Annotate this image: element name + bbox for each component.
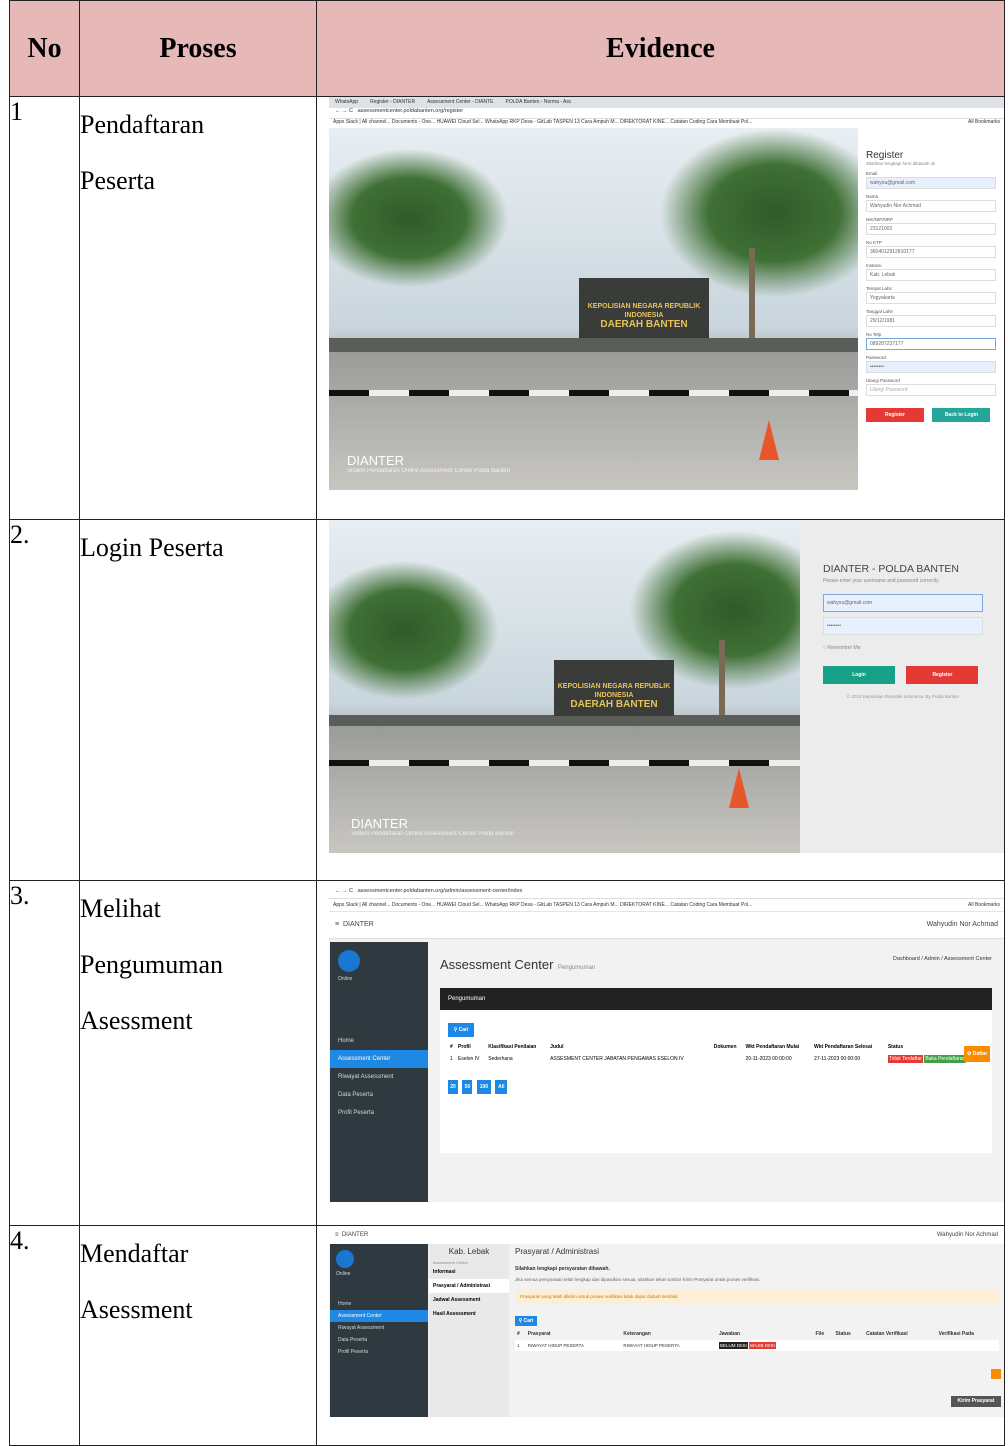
page-title: Prasyarat / Administrasi <box>515 1247 600 1256</box>
page-size-all[interactable]: All <box>495 1080 508 1094</box>
sidebar-item-home[interactable]: Home <box>330 1032 428 1050</box>
search-button[interactable]: ⚲ Cari <box>448 1023 474 1037</box>
register-button[interactable]: Register <box>866 408 924 422</box>
sidebar: Online Home Assessment Center Riwayat As… <box>330 942 428 1202</box>
confirm-password-field[interactable]: Ulangi Password <box>866 384 996 396</box>
register-screenshot: WhatsApp Register - DIANTER Assessment Cen… <box>329 97 1004 490</box>
prerequisite-table: # Prasyarat Keterangan Jawaban File Status Cat… <box>515 1328 999 1351</box>
sidebar-item-assessment-center[interactable]: Assessment Center <box>330 1050 428 1068</box>
panel-header: Pengumuman <box>440 988 992 1010</box>
page-size-50[interactable]: 50 <box>462 1080 473 1094</box>
address-bar[interactable]: ← → C assessmentcenter.poldabanten.org/a… <box>329 885 1004 899</box>
nrp-field[interactable]: 23121002 <box>866 223 996 235</box>
sidebar-item-assessment-center[interactable]: Assessment Center <box>330 1310 428 1322</box>
avatar <box>338 950 360 972</box>
email-field[interactable]: wahyou@gmail.com <box>866 177 996 189</box>
header-evidence: Evidence <box>316 0 1005 97</box>
warning-alert: Prasyaran yang telah dikirim untuk prose… <box>515 1289 999 1304</box>
sidebar-item-profil[interactable]: Profil Peserta <box>330 1104 428 1122</box>
page-size-buttons: 20 50 100 All <box>448 1075 984 1094</box>
instansi-select[interactable]: Kab. Lebak <box>866 269 996 281</box>
status-badge: Tidak Terdaftar <box>887 1055 923 1063</box>
status-badge: Buka Pendaftaran <box>924 1055 967 1063</box>
birthdate-field[interactable]: 29/12/1981 <box>866 315 996 327</box>
register-form: Register Silahkan lengkapi form dibawah … <box>858 128 1004 490</box>
row-number: 3. <box>9 880 80 1226</box>
login-form: DIANTER - POLDA BANTEN Please enter your… <box>823 562 983 699</box>
sidebar-item-home[interactable]: Home <box>330 1298 428 1310</box>
row-number: 4. <box>9 1225 80 1446</box>
birthplace-field[interactable]: Yogyakarta <box>866 292 996 304</box>
daftar-button[interactable]: ⚙ Daftar <box>964 1046 990 1062</box>
edit-icon[interactable] <box>991 1369 1001 1379</box>
phone-field[interactable]: 089287237177 <box>866 338 996 350</box>
top-navbar: ≡ DIANTER Wahyudin Nor Achmad <box>329 1226 1004 1244</box>
register-button[interactable]: Register <box>906 666 979 684</box>
kirim-prasyarat-button[interactable]: Kirim Prasyarat <box>951 1396 1001 1407</box>
row-number: 2. <box>9 519 80 881</box>
breadcrumb: Dashboard / Admin / Assessment Center <box>892 956 992 962</box>
subnav-prasyarat[interactable]: Prasyarat / Administrasi <box>429 1279 509 1293</box>
process-label: Login Peserta <box>79 519 317 881</box>
name-field[interactable]: Wahyudin Nor Achmad <box>866 200 996 212</box>
prerequisite-screenshot: ≡ DIANTER Wahyudin Nor Achmad Online Hom… <box>329 1226 1004 1417</box>
ktp-field[interactable]: 3604012912810177 <box>866 246 996 258</box>
search-button[interactable]: ⚲ Cari <box>515 1316 537 1326</box>
announcement-table: # Profil Klasifikasi Penilaian Judul Dokumen… <box>448 1041 984 1065</box>
sub-nav: Kab. Lebak Assessment Center Informasi P… <box>429 1244 509 1417</box>
page-size-20[interactable]: 20 <box>448 1080 458 1094</box>
main-content: Prasyarat / Administrasi Silahkan lengka… <box>515 1244 1001 1417</box>
hero-photo: KEPOLISIAN NEGARA REPUBLIK INDONESIA DAER… <box>329 520 800 853</box>
status-badge: WAJIB DIISI <box>748 1342 776 1349</box>
sidebar: Online Home Assessment Center Riwayat As… <box>330 1244 428 1417</box>
process-label: Mendaftar Asessment <box>79 1225 317 1446</box>
process-label: Melihat Pengumuman Asessment <box>79 880 317 1226</box>
sidebar-item-data-peserta[interactable]: Data Peserta <box>330 1334 428 1346</box>
sidebar-item-riwayat[interactable]: Riwayat Assessment <box>330 1068 428 1086</box>
password-field[interactable]: •••••••• <box>866 361 996 373</box>
main-content: Assessment Center Pengumuman Dashboard /… <box>428 942 1004 1202</box>
address-bar[interactable]: ← → C assessmentcenter.poldabanten.org/r… <box>329 108 1004 119</box>
back-to-login-button[interactable]: Back to Login <box>932 408 991 422</box>
page-size-100[interactable]: 100 <box>476 1080 491 1094</box>
subnav-informasi[interactable]: Informasi <box>429 1265 509 1279</box>
hero-photo: KEPOLISIAN NEGARA REPUBLIK INDONESIA DAER… <box>329 128 858 490</box>
sidebar-item-profil[interactable]: Profil Peserta <box>330 1346 428 1358</box>
bookmarks-bar: Apps Slack | All channel... Documents - … <box>329 899 1004 912</box>
avatar <box>336 1250 354 1268</box>
announcement-screenshot: ← → C assessmentcenter.poldabanten.org/a… <box>329 885 1004 1202</box>
login-screenshot: KEPOLISIAN NEGARA REPUBLIK INDONESIA DAER… <box>329 520 1004 853</box>
row-number: 1 <box>9 96 80 520</box>
login-button[interactable]: Login <box>823 666 895 684</box>
password-input[interactable]: •••••••• <box>823 617 983 635</box>
sidebar-item-riwayat[interactable]: Riwayat Assessment <box>330 1322 428 1334</box>
table-row: 1 RIWAYAT HIDUP PESERTA RIWAYAT HIDUP PESE… <box>515 1340 999 1351</box>
login-title: DIANTER - POLDA BANTEN <box>823 563 959 575</box>
sidebar-item-data-peserta[interactable]: Data Peserta <box>330 1086 428 1104</box>
header-no: No <box>9 0 80 97</box>
browser-tabs: WhatsApp Register - DIANTER Assessment Cen… <box>329 97 1004 108</box>
subnav-hasil[interactable]: Hasil Assessment <box>429 1307 509 1321</box>
remember-me-checkbox[interactable]: ○ Remember Me <box>823 645 983 651</box>
email-input[interactable]: wahyou@gmail.com <box>823 594 983 612</box>
status-badge: BELUM DIISI <box>718 1342 748 1349</box>
table-row: 1 Eselon IV Sederhana ASSESMENT CENTER JABA… <box>450 1055 967 1063</box>
process-label: Pendaftaran Peserta <box>79 96 317 520</box>
subnav-jadwal[interactable]: Jadwal Assessment <box>429 1293 509 1307</box>
top-navbar: ≡ DIANTER Wahyudin Nor Achmad <box>329 912 1004 939</box>
header-proses: Proses <box>79 0 317 97</box>
